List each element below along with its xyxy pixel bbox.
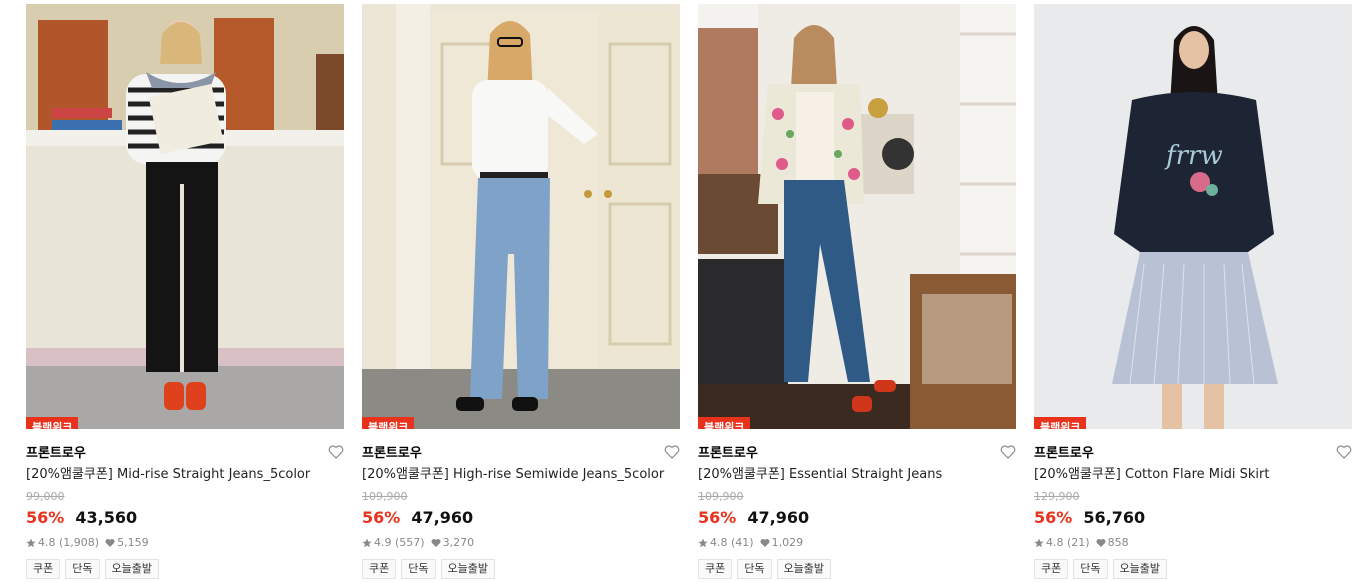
rating: 4.9 (557): [374, 536, 425, 549]
tag-coupon: 쿠폰: [362, 559, 397, 579]
tag-today-ship: 오늘출발: [1112, 559, 1167, 579]
star-icon: [698, 538, 708, 548]
discount-rate: 56%: [698, 508, 737, 527]
rating: 4.8 (41): [710, 536, 754, 549]
product-title[interactable]: [20%앰쿨쿠폰] Cotton Flare Midi Skirt: [1034, 466, 1352, 484]
tag-exclusive: 단독: [401, 559, 436, 579]
like-count: 858: [1107, 536, 1129, 549]
product-card[interactable]: 블랙위크 프론트로우 [20%앰쿨쿠폰] Mid-rise Straight J…: [26, 4, 344, 579]
heart-icon[interactable]: [1336, 444, 1352, 460]
rating: 4.8 (21): [1046, 536, 1090, 549]
star-icon: [1034, 538, 1044, 548]
tag-today-ship: 오늘출발: [776, 559, 831, 579]
product-card[interactable]: 블랙위크 프론트로우 [20%앰쿨쿠폰] High-rise Semiwide …: [362, 4, 680, 579]
heart-filled-icon: [760, 539, 770, 547]
discount-rate: 56%: [26, 508, 65, 527]
heart-icon[interactable]: [328, 444, 344, 460]
heart-filled-icon: [431, 539, 441, 547]
tag-coupon: 쿠폰: [698, 559, 733, 579]
sale-price: 56,760: [1083, 508, 1146, 527]
heart-filled-icon: [1096, 539, 1106, 547]
tag-today-ship: 오늘출발: [440, 559, 495, 579]
sale-price: 47,960: [747, 508, 810, 527]
like-count: 1,029: [771, 536, 804, 549]
like-count: 5,159: [117, 536, 149, 549]
product-title[interactable]: [20%앰쿨쿠폰] High-rise Semiwide Jeans_5colo…: [362, 466, 680, 484]
discount-rate: 56%: [362, 508, 401, 527]
blackweek-badge: 블랙위크: [698, 417, 751, 429]
brand-name[interactable]: 프론트로우: [362, 446, 422, 461]
rating: 4.8 (1,908): [38, 536, 100, 549]
tag-coupon: 쿠폰: [1034, 559, 1069, 579]
brand-name[interactable]: 프론트로우: [1034, 446, 1094, 461]
star-icon: [26, 538, 36, 548]
product-title[interactable]: [20%앰쿨쿠폰] Essential Straight Jeans: [698, 466, 1016, 484]
product-image[interactable]: frrw 블랙위크: [1034, 4, 1352, 429]
product-card[interactable]: frrw 블랙위크 프론트로우 [20%앰쿨쿠폰] Cotton Flare M…: [1034, 4, 1352, 579]
product-image[interactable]: 블랙위크: [26, 4, 344, 429]
product-title[interactable]: [20%앰쿨쿠폰] Mid-rise Straight Jeans_5color: [26, 466, 344, 484]
tag-exclusive: 단독: [65, 559, 100, 579]
product-grid: 블랙위크 프론트로우 [20%앰쿨쿠폰] Mid-rise Straight J…: [26, 4, 1352, 579]
brand-name[interactable]: 프론트로우: [26, 446, 86, 461]
brand-name[interactable]: 프론트로우: [698, 446, 758, 461]
original-price: 109,900: [362, 490, 408, 503]
like-count: 3,270: [442, 536, 475, 549]
original-price: 99,000: [26, 490, 65, 503]
svg-text:frrw: frrw: [1164, 141, 1223, 171]
tag-coupon: 쿠폰: [26, 559, 61, 579]
tag-exclusive: 단독: [1073, 559, 1108, 579]
tag-today-ship: 오늘출발: [104, 559, 159, 579]
heart-filled-icon: [105, 539, 115, 547]
heart-icon[interactable]: [1000, 444, 1016, 460]
sale-price: 47,960: [411, 508, 474, 527]
blackweek-badge: 블랙위크: [1034, 417, 1087, 429]
original-price: 129,900: [1034, 490, 1080, 503]
discount-rate: 56%: [1034, 508, 1073, 527]
blackweek-badge: 블랙위크: [26, 417, 79, 429]
product-card[interactable]: 블랙위크 프론트로우 [20%앰쿨쿠폰] Essential Straight …: [698, 4, 1016, 579]
original-price: 109,900: [698, 490, 744, 503]
sale-price: 43,560: [75, 508, 138, 527]
product-image[interactable]: 블랙위크: [362, 4, 680, 429]
blackweek-badge: 블랙위크: [362, 417, 415, 429]
product-image[interactable]: 블랙위크: [698, 4, 1016, 429]
star-icon: [362, 538, 372, 548]
heart-icon[interactable]: [664, 444, 680, 460]
tag-exclusive: 단독: [737, 559, 772, 579]
